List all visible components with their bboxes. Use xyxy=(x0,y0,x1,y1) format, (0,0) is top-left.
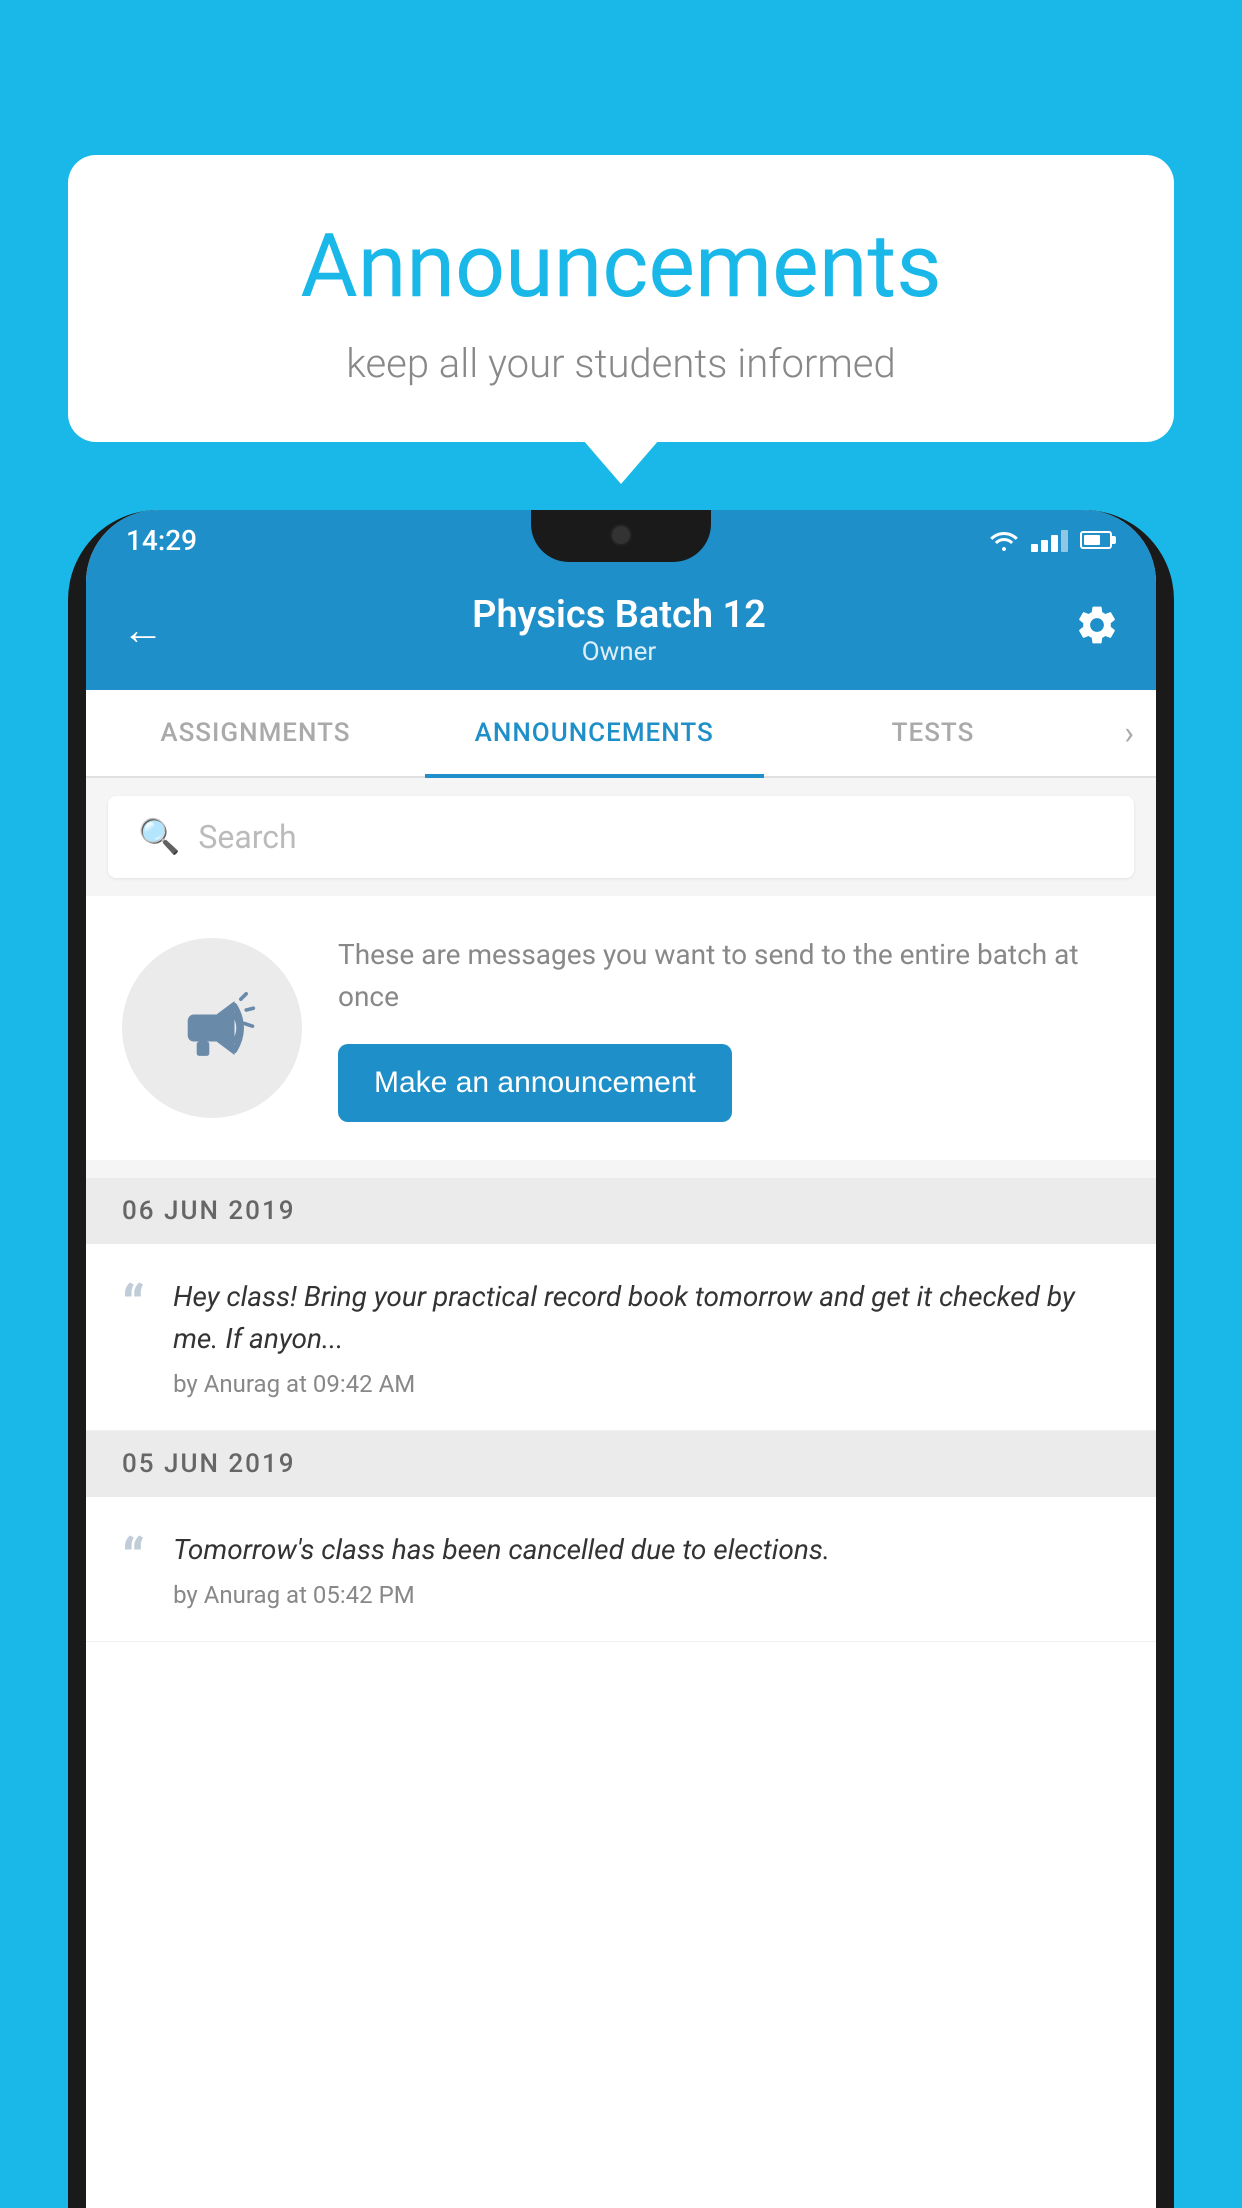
quote-icon-1: “ xyxy=(122,1280,145,1334)
announcement-item-2-meta: by Anurag at 05:42 PM xyxy=(173,1581,830,1609)
search-bar[interactable]: 🔍 Search xyxy=(108,796,1134,878)
status-time: 14:29 xyxy=(126,524,197,557)
announcement-icon-circle xyxy=(122,938,302,1118)
tab-assignments[interactable]: ASSIGNMENTS xyxy=(86,690,425,776)
status-bar: 14:29 xyxy=(86,510,1156,570)
notch xyxy=(531,510,711,562)
bubble-title: Announcements xyxy=(148,215,1094,318)
announcement-empty-state: These are messages you want to send to t… xyxy=(86,896,1156,1160)
status-icons xyxy=(989,528,1116,552)
notch-camera xyxy=(610,524,632,546)
header-title: Physics Batch 12 xyxy=(472,593,766,637)
tab-announcements[interactable]: ANNOUNCEMENTS xyxy=(425,690,764,776)
header-center: Physics Batch 12 Owner xyxy=(472,593,766,667)
content-area: 🔍 Search xyxy=(86,778,1156,1642)
battery-icon xyxy=(1080,531,1116,549)
announcement-item-2-content: Tomorrow's class has been cancelled due … xyxy=(173,1529,830,1609)
announcement-right: These are messages you want to send to t… xyxy=(338,934,1120,1122)
tabs-bar: ASSIGNMENTS ANNOUNCEMENTS TESTS › xyxy=(86,690,1156,778)
bubble-subtitle: keep all your students informed xyxy=(148,340,1094,387)
date-separator-1: 06 JUN 2019 xyxy=(86,1178,1156,1244)
settings-button[interactable] xyxy=(1074,602,1120,658)
phone-screen: 14:29 xyxy=(86,510,1156,2208)
announcement-item-2-text: Tomorrow's class has been cancelled due … xyxy=(173,1529,830,1571)
signal-icon xyxy=(1031,528,1068,552)
tab-tests[interactable]: TESTS xyxy=(764,690,1103,776)
megaphone-icon xyxy=(167,983,257,1073)
search-icon: 🔍 xyxy=(138,817,180,857)
announcement-item-1-meta: by Anurag at 09:42 AM xyxy=(173,1370,1120,1398)
quote-icon-2: “ xyxy=(122,1533,145,1587)
phone-frame: 14:29 xyxy=(68,510,1174,2208)
header-subtitle: Owner xyxy=(472,637,766,667)
make-announcement-button[interactable]: Make an announcement xyxy=(338,1044,732,1122)
speech-bubble-section: Announcements keep all your students inf… xyxy=(68,155,1174,442)
announcement-description: These are messages you want to send to t… xyxy=(338,934,1120,1018)
tab-more[interactable]: › xyxy=(1102,690,1156,776)
speech-bubble: Announcements keep all your students inf… xyxy=(68,155,1174,442)
wifi-icon xyxy=(989,529,1019,551)
announcement-item-1-text: Hey class! Bring your practical record b… xyxy=(173,1276,1120,1360)
announcement-item-1-content: Hey class! Bring your practical record b… xyxy=(173,1276,1120,1398)
app-header: ← Physics Batch 12 Owner xyxy=(86,570,1156,690)
date-separator-2: 05 JUN 2019 xyxy=(86,1431,1156,1497)
search-placeholder: Search xyxy=(198,818,296,856)
announcement-item-1[interactable]: “ Hey class! Bring your practical record… xyxy=(86,1244,1156,1431)
announcement-item-2[interactable]: “ Tomorrow's class has been cancelled du… xyxy=(86,1497,1156,1642)
back-button[interactable]: ← xyxy=(122,606,164,655)
